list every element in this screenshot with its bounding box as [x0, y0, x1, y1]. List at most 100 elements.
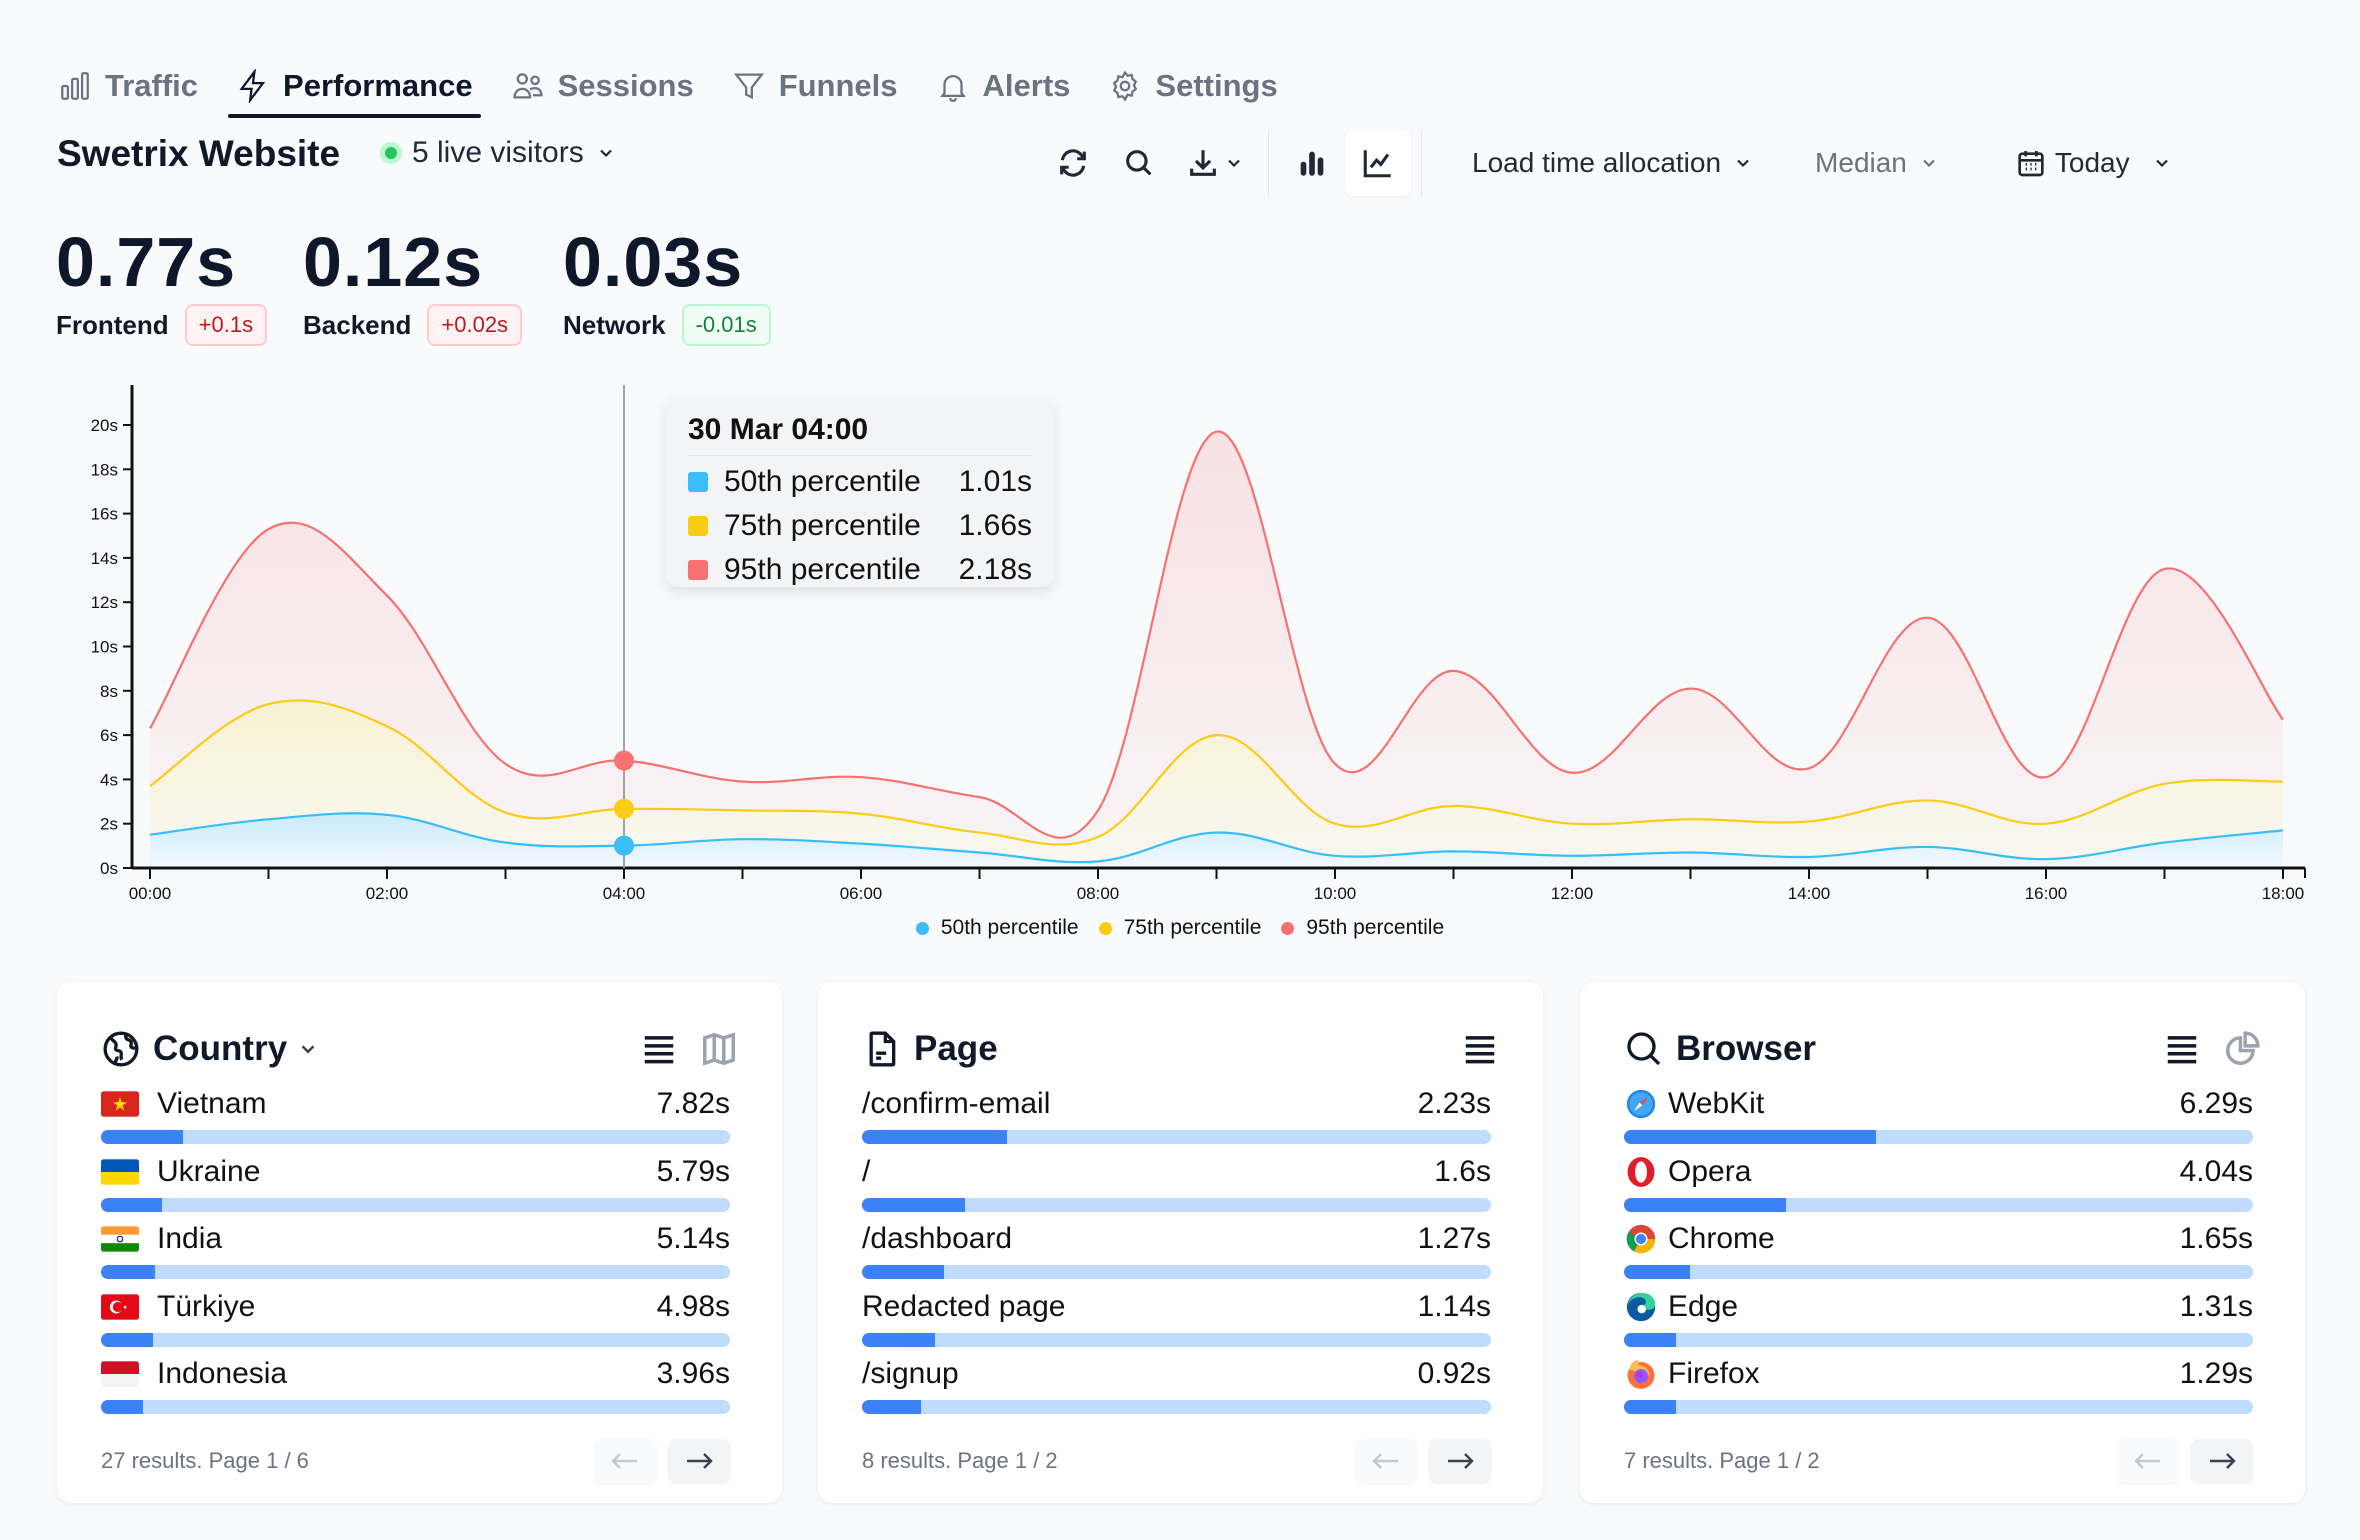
opera-icon — [1627, 1156, 1655, 1187]
row-value: 5.14s — [656, 1222, 730, 1255]
tab-traffic[interactable]: Traffic — [58, 56, 198, 116]
chevron-down-icon — [599, 149, 612, 158]
list-item[interactable]: Indonesia 3.96s — [101, 1354, 730, 1422]
progress-bar-fill — [1624, 1400, 1676, 1414]
pagination-info: 7 results. Page 1 / 2 — [1624, 1448, 1820, 1473]
panel-title: Browser — [1676, 1029, 1817, 1068]
row-name: Redacted page — [862, 1289, 1066, 1323]
hover-point-75th-percentile — [614, 798, 634, 819]
previous-page-button[interactable] — [1355, 1439, 1417, 1483]
bar-chart-toggle[interactable] — [1279, 130, 1345, 196]
list-view-icon[interactable] — [640, 1030, 678, 1068]
stat-value: 0.77s — [56, 223, 237, 301]
tab-alerts[interactable]: Alerts — [936, 56, 1071, 116]
list-item[interactable]: Ukraine 5.79s — [101, 1152, 730, 1220]
stat-label: Network — [563, 309, 666, 340]
tooltip-value: 1.66s — [958, 509, 1032, 542]
arrow-left-icon — [1372, 1453, 1398, 1469]
y-tick-label: 10s — [91, 638, 118, 657]
legend-dot — [1098, 921, 1112, 935]
previous-page-button[interactable] — [594, 1439, 656, 1483]
line-chart-toggle[interactable] — [1345, 130, 1411, 196]
list-item[interactable]: /dashboard 1.27s — [862, 1219, 1491, 1287]
pie-chart-icon[interactable] — [2223, 1030, 2261, 1068]
progress-bar-fill — [1624, 1197, 1787, 1212]
list-item[interactable]: /signup 0.92s — [862, 1354, 1491, 1422]
list-item[interactable]: / 1.6s — [862, 1152, 1491, 1220]
row-value: 6.29s — [2179, 1087, 2253, 1120]
download-icon — [1190, 150, 1216, 176]
row-value: 3.96s — [656, 1357, 730, 1390]
progress-bar — [1624, 1332, 2253, 1347]
y-tick-label: 4s — [100, 770, 118, 789]
firefox-icon — [1627, 1359, 1655, 1389]
next-page-button[interactable] — [2191, 1439, 2253, 1483]
list-item[interactable]: /confirm-email 2.23s — [862, 1084, 1491, 1152]
bar-chart-icon — [61, 72, 89, 100]
progress-bar-fill — [1624, 1130, 1876, 1144]
period-dropdown[interactable]: Today — [2015, 146, 2172, 180]
arrow-left-icon — [2134, 1453, 2160, 1469]
search-button[interactable] — [1106, 130, 1172, 196]
y-tick-label: 6s — [100, 726, 118, 745]
panel-title[interactable]: Country — [153, 1029, 287, 1069]
tab-settings[interactable]: Settings — [1108, 56, 1278, 116]
chevron-down-icon[interactable] — [297, 1038, 319, 1060]
row-name: /signup — [862, 1357, 959, 1390]
metric-dropdown[interactable]: Load time allocation — [1472, 147, 1753, 179]
row-value: 7.82s — [656, 1087, 730, 1120]
edge-icon — [1626, 1292, 1656, 1321]
list-item[interactable]: India 5.14s — [101, 1219, 730, 1287]
stat-value: 0.03s — [563, 223, 744, 301]
list-item[interactable]: Chrome 1.65s — [1624, 1219, 2253, 1287]
legend-item-p50[interactable]: 50th percentile — [915, 916, 1079, 940]
tab-funnels[interactable]: Funnels — [732, 56, 898, 116]
stat-value: 0.12s — [303, 223, 484, 301]
list-item[interactable]: Türkiye 4.98s — [101, 1287, 730, 1355]
row-name: /confirm-email — [862, 1087, 1051, 1120]
panel-title: Page — [914, 1029, 998, 1068]
tooltip-title: 30 Mar 04:00 — [688, 409, 1032, 456]
list-item[interactable]: Firefox 1.29s — [1624, 1354, 2253, 1422]
list-view-icon[interactable] — [2163, 1030, 2201, 1068]
next-page-button[interactable] — [1429, 1439, 1491, 1483]
y-tick-label: 2s — [100, 815, 118, 834]
list-item[interactable]: Opera 4.04s — [1624, 1152, 2253, 1220]
list-item[interactable]: Redacted page 1.14s — [862, 1287, 1491, 1355]
legend-item-p75[interactable]: 75th percentile — [1098, 916, 1261, 940]
tab-sessions[interactable]: Sessions — [511, 56, 694, 116]
export-dropdown[interactable] — [1172, 130, 1258, 196]
tab-label: Alerts — [982, 68, 1071, 103]
y-tick-label: 18s — [91, 460, 118, 479]
x-tick-label: 10:00 — [1314, 884, 1357, 903]
tooltip-label: 75th percentile — [724, 509, 921, 542]
list-item[interactable]: Edge 1.31s — [1624, 1287, 2253, 1355]
row-name: Opera — [1668, 1154, 1752, 1188]
toolbar-divider — [1421, 130, 1422, 196]
row-name: Ukraine — [157, 1154, 261, 1188]
arrow-right-icon — [687, 1453, 713, 1469]
x-tick-label: 06:00 — [840, 884, 883, 903]
users-icon — [512, 73, 543, 99]
progress-bar-fill — [862, 1265, 944, 1279]
tooltip-swatch — [688, 516, 708, 536]
next-page-button[interactable] — [668, 1439, 730, 1483]
refresh-button[interactable] — [1040, 130, 1106, 196]
list-item[interactable]: WebKit 6.29s — [1624, 1084, 2253, 1152]
y-tick-label: 8s — [100, 682, 118, 701]
legend-item-p95[interactable]: 95th percentile — [1281, 916, 1444, 940]
aggregation-dropdown[interactable]: Median — [1815, 147, 1939, 179]
list-view-icon[interactable] — [1461, 1030, 1499, 1068]
legend-dot — [915, 921, 929, 935]
stat-label: Frontend — [56, 309, 169, 340]
list-item[interactable]: Vietnam 7.82s — [101, 1084, 730, 1152]
toolbar-divider — [1268, 130, 1269, 196]
live-visitors-dropdown[interactable]: 5 live visitors — [380, 136, 616, 170]
tab-performance[interactable]: Performance — [228, 56, 481, 118]
previous-page-button[interactable] — [2117, 1439, 2179, 1483]
map-view-icon[interactable] — [700, 1030, 738, 1068]
load-time-chart[interactable]: 0s 2s 4s 6s 8s 10s 12s 14s 16s 18s 20s 00:00 02:00 04… — [0, 370, 2360, 930]
progress-bar-fill — [862, 1197, 966, 1212]
refresh-icon — [1060, 149, 1086, 177]
progress-bar — [101, 1265, 730, 1279]
